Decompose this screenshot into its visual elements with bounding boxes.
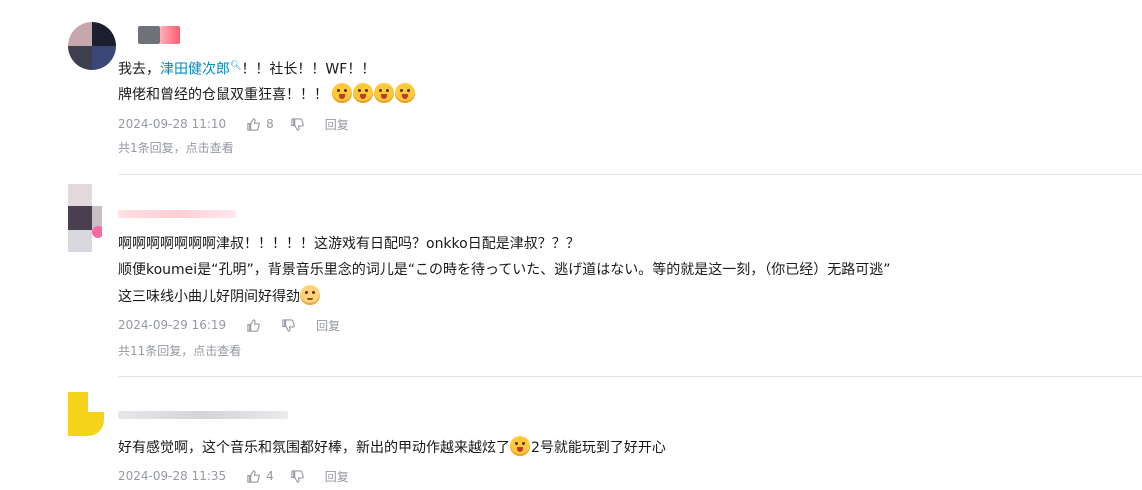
sub-reply-summary: 共1条回复，点击查看 [118, 141, 234, 155]
sub-reply-summary: 共11条回复，点击查看 [118, 344, 242, 358]
username[interactable] [118, 26, 180, 48]
like-button[interactable] [246, 318, 261, 333]
comment-meta: 2024-09-28 11:35 4 回复 [118, 467, 349, 485]
thumbs-up-icon [247, 318, 260, 332]
reply-button[interactable]: 回复 [316, 317, 340, 334]
dislike-button[interactable] [290, 117, 305, 132]
divider [118, 174, 1142, 175]
comment-meta: 2024-09-29 16:19 回复 [118, 316, 340, 334]
emoji-face-icon [395, 83, 416, 103]
thumbs-down-icon [291, 117, 304, 131]
comment-text-line-1: 啊啊啊啊啊啊啊津叔！！！！！这游戏有日配吗？onkko日配是津叔？？？ [118, 236, 580, 252]
comment-text-line-2: 牌佬和曾经的仓鼠双重狂喜！！！ [118, 83, 416, 106]
mention-link[interactable]: 津田健次郎 [160, 62, 230, 78]
comment-time: 2024-09-28 11:10 [118, 117, 227, 131]
comment-time: 2024-09-29 16:19 [118, 318, 227, 332]
dislike-button[interactable] [281, 318, 296, 333]
dislike-button[interactable] [290, 469, 305, 484]
username[interactable] [118, 204, 236, 226]
comment-text-line-2: 顺便koumei是“孔明”，背景音乐里念的词儿是“この時を待っていた、逃げ道はな… [118, 262, 891, 278]
thumbs-up-icon [247, 117, 260, 131]
comment-text-line-1: 我去，津田健次郎🔍︎！！社长！！WF！！ [118, 61, 376, 78]
username[interactable] [118, 406, 288, 428]
cat-emoji-icon [300, 285, 320, 305]
emoji-face-icon [374, 83, 395, 103]
comment-text-line-1: 好有感觉啊，这个音乐和氛围都好棒，新出的甲动作越来越炫了 2号就能玩到了好开心 [118, 436, 666, 459]
emoji-face-icon [332, 83, 353, 103]
thumbs-down-icon [282, 318, 295, 332]
avatar[interactable] [68, 22, 116, 70]
comment-meta: 2024-09-28 11:10 8 回复 [118, 115, 349, 133]
like-count: 4 [266, 469, 274, 483]
view-replies-link[interactable]: 点击查看 [193, 344, 241, 358]
search-icon[interactable]: 🔍︎ [230, 61, 241, 71]
view-replies-link[interactable]: 点击查看 [186, 141, 234, 155]
thumbs-up-icon [247, 469, 260, 483]
avatar[interactable] [68, 184, 102, 252]
reply-button[interactable]: 回复 [325, 468, 349, 485]
like-button[interactable]: 4 [246, 469, 274, 484]
like-button[interactable]: 8 [246, 117, 274, 132]
thumbs-down-icon [291, 469, 304, 483]
divider [118, 376, 1142, 377]
emoji-face-icon [353, 83, 374, 103]
comment-text-line-3: 这三味线小曲儿好阴间好得劲 [118, 285, 321, 308]
comment-time: 2024-09-28 11:35 [118, 469, 227, 483]
avatar[interactable] [68, 390, 104, 438]
like-count: 8 [266, 117, 274, 131]
emoji-face-icon [510, 436, 530, 456]
reply-button[interactable]: 回复 [325, 116, 349, 133]
